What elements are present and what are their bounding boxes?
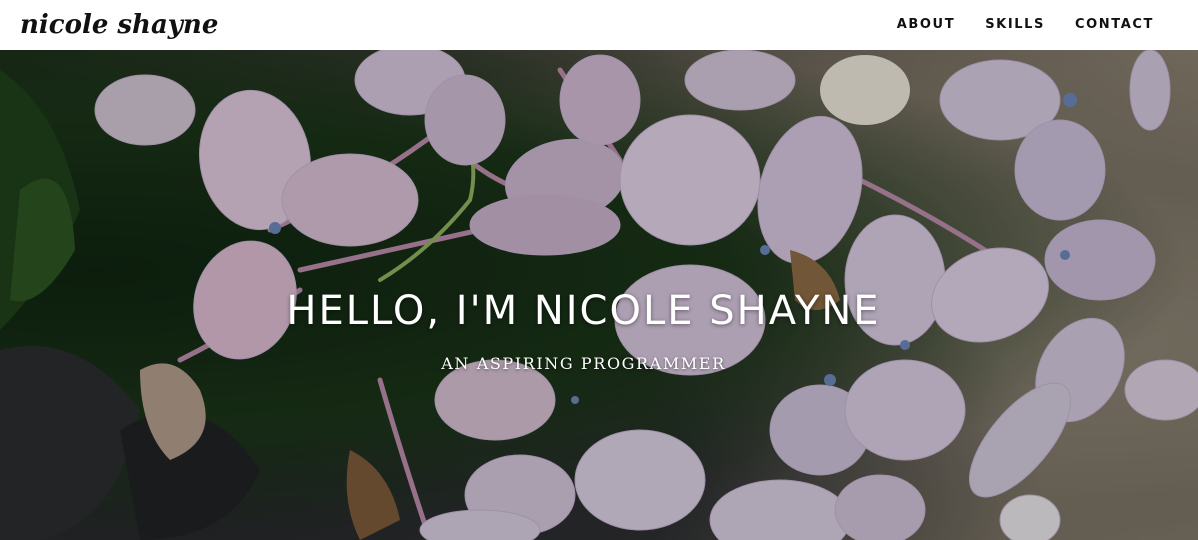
hero-section: HELLO, I'M NICOLE SHAYNE AN ASPIRING PRO… (0, 50, 1198, 540)
nav-link-skills[interactable]: SKILLS (985, 0, 1045, 50)
nav-menu: ABOUT SKILLS CONTACT (867, 0, 1154, 50)
brand-logo[interactable]: nicole shayne (20, 0, 218, 50)
nav-link-about[interactable]: ABOUT (897, 0, 955, 50)
hero-subtitle: AN ASPIRING PROGRAMMER (441, 354, 726, 373)
navbar: nicole shayne ABOUT SKILLS CONTACT (0, 0, 1198, 50)
hero-title: HELLO, I'M NICOLE SHAYNE (286, 288, 881, 334)
nav-link-contact[interactable]: CONTACT (1075, 0, 1154, 50)
